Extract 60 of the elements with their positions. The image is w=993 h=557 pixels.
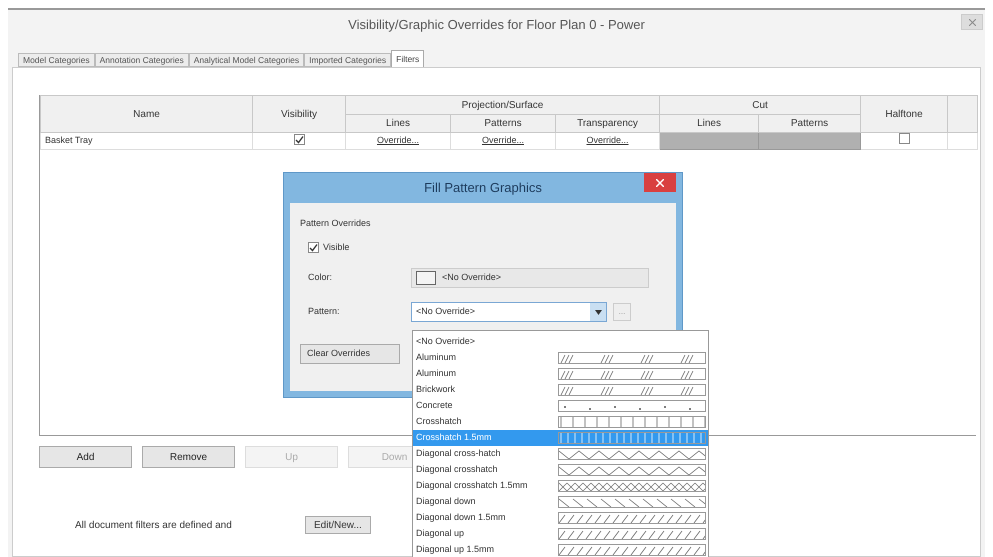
column-header: Halftone	[860, 96, 948, 132]
field-label: Pattern:	[308, 305, 341, 318]
pattern-option[interactable]: Diagonal down	[413, 494, 708, 510]
hatch-pattern-icon	[558, 400, 706, 412]
hatch-pattern-icon	[558, 432, 706, 444]
pattern-option[interactable]: Brickwork	[413, 382, 708, 398]
pattern-option[interactable]: Diagonal down 1.5mm	[413, 510, 708, 526]
column-header: Cut	[660, 96, 861, 114]
pattern-option[interactable]: Diagonal crosshatch 1.5mm	[413, 478, 708, 494]
column-header: Visibility	[252, 96, 346, 132]
hatch-pattern-icon	[558, 352, 706, 364]
pattern-option[interactable]: Crosshatch	[413, 414, 708, 430]
hatch-pattern-icon	[558, 512, 706, 524]
visible-checkbox[interactable]	[308, 242, 319, 253]
tab[interactable]: Filters	[391, 50, 424, 67]
filters-note: All document filters are defined and	[75, 518, 233, 532]
pattern-option[interactable]: Diagonal up	[413, 526, 708, 542]
tab[interactable]: Analytical Model Categories	[188, 53, 304, 67]
column-header: Patterns	[450, 114, 556, 132]
window-title: Visibility/Graphic Overrides for Floor Plan 0 - Power	[348, 16, 645, 34]
hatch-pattern-icon	[558, 480, 706, 492]
action-button[interactable]: Remove	[142, 446, 235, 468]
edit-filters-button[interactable]: Edit/New...	[305, 516, 371, 534]
action-button[interactable]: Add	[39, 446, 132, 468]
column-header: Lines	[346, 114, 450, 132]
dialog-title: Fill Pattern Graphics	[424, 179, 542, 198]
dialog-close-button[interactable]	[644, 173, 676, 192]
hatch-pattern-icon	[558, 464, 706, 476]
tab[interactable]: Model Categories	[18, 53, 95, 67]
column-header: Name	[40, 96, 252, 132]
tab[interactable]: Annotation Categories	[94, 53, 189, 67]
visibility-checkbox[interactable]	[294, 134, 304, 144]
color-button[interactable]: <No Override>	[411, 268, 649, 288]
hatch-pattern-icon	[558, 528, 706, 540]
clear-overrides-button[interactable]: Clear Overrides	[300, 344, 400, 364]
column-header: Transparency	[556, 114, 660, 132]
close-button[interactable]	[961, 14, 983, 30]
column-header: Lines	[660, 114, 759, 132]
pattern-option[interactable]: Concrete	[413, 398, 708, 414]
field-label: Color:	[308, 271, 334, 284]
group-label: Pattern Overrides	[300, 217, 372, 230]
hatch-pattern-icon	[558, 496, 706, 508]
hatch-pattern-icon	[558, 368, 706, 380]
pattern-dropdown[interactable]: <No Override>	[411, 302, 607, 322]
close-icon	[968, 18, 976, 26]
color-swatch-icon	[416, 271, 436, 285]
table-cell: Basket Tray	[40, 132, 252, 149]
column-header: Projection/Surface	[346, 96, 660, 114]
pattern-option[interactable]: <No Override>	[413, 334, 708, 350]
hatch-pattern-icon	[558, 416, 706, 428]
pattern-option[interactable]: Aluminum	[413, 350, 708, 366]
checkbox-label: Visible	[323, 240, 350, 254]
hatch-pattern-icon	[558, 448, 706, 460]
tab[interactable]: Imported Categories	[304, 53, 392, 67]
pattern-option[interactable]: Aluminum	[413, 366, 708, 382]
pattern-option[interactable]: Diagonal up 1.5mm	[413, 542, 708, 557]
close-icon	[656, 178, 664, 186]
hatch-pattern-icon	[558, 384, 706, 396]
column-header: Patterns	[758, 114, 861, 132]
halftone-checkbox[interactable]	[898, 133, 910, 144]
